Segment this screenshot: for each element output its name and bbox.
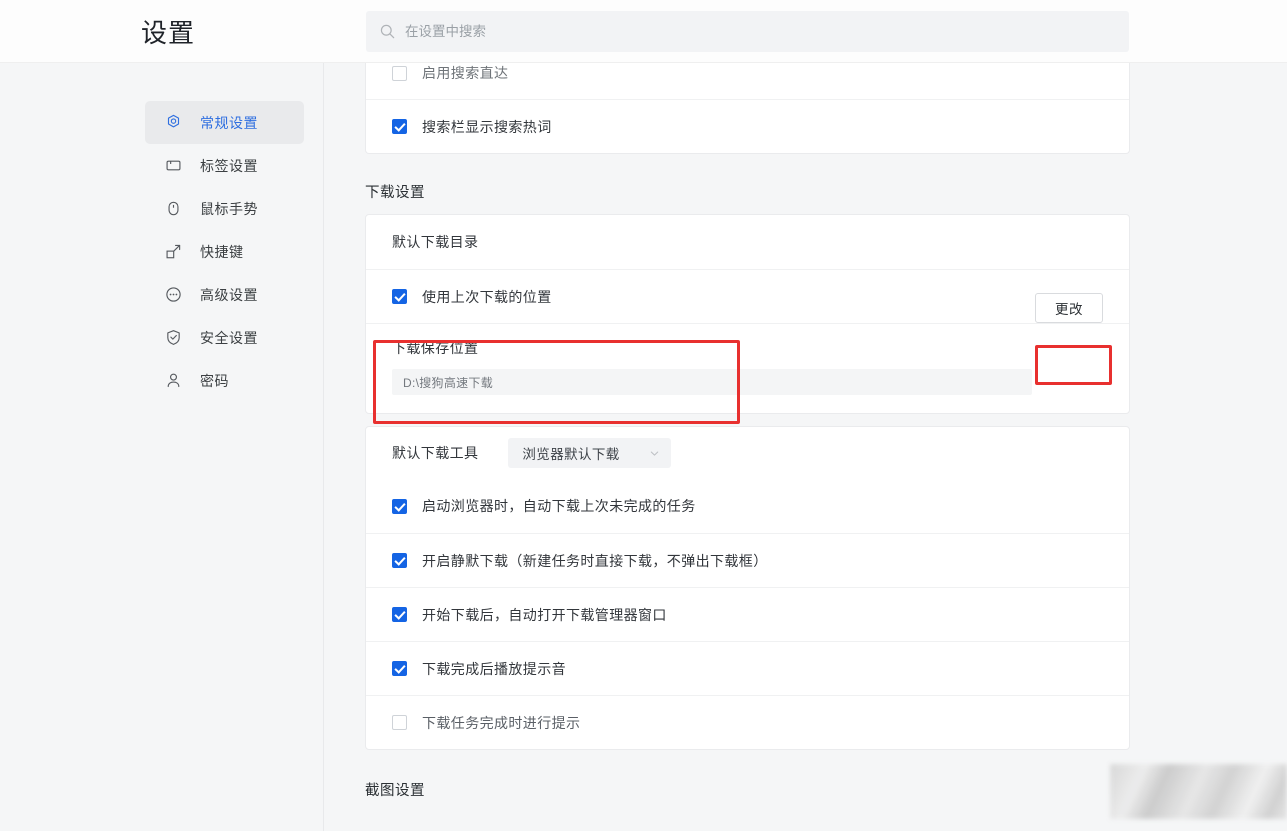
tab-icon — [166, 160, 181, 171]
checkbox-row-search-direct[interactable]: 启用搜索直达 — [366, 63, 1129, 99]
sidebar-item-label: 标签设置 — [200, 157, 258, 174]
sidebar-item-general[interactable]: 常规设置 — [145, 101, 304, 144]
checkbox-label: 下载完成后播放提示音 — [422, 660, 566, 677]
checkbox-resume-downloads[interactable] — [392, 498, 407, 514]
checkbox-row-open-manager[interactable]: 开始下载后，自动打开下载管理器窗口 — [366, 587, 1129, 641]
download-path-title: 下载保存位置 — [392, 340, 479, 356]
blurred-watermark-overlay — [1110, 764, 1287, 819]
sidebar-nav-list: 常规设置 标签设置 鼠标手势 快捷键 高级设置 安全设置 密码 — [145, 101, 304, 402]
page-title: 设置 — [141, 18, 196, 48]
shield-check-icon — [167, 330, 180, 345]
sidebar: 常规设置 标签设置 鼠标手势 快捷键 高级设置 安全设置 密码 — [0, 63, 324, 831]
ellipsis-circle-icon — [166, 287, 181, 302]
sidebar-item-label: 高级设置 — [200, 286, 258, 303]
default-download-tool-label: 默认下载工具 — [392, 445, 479, 461]
checkbox-open-download-manager[interactable] — [392, 607, 407, 622]
sidebar-item-label: 密码 — [200, 372, 229, 389]
checkbox-row-search-hotwords[interactable]: 搜索栏显示搜索热词 — [366, 99, 1129, 153]
default-download-tool-row: 默认下载工具 浏览器默认下载 — [366, 427, 1129, 479]
sidebar-item-advanced[interactable]: 高级设置 — [145, 273, 304, 316]
checkbox-label: 启用搜索直达 — [422, 65, 509, 81]
settings-window: 设置 常规设置 标签设置 — [0, 0, 1287, 831]
change-download-path-button[interactable]: 更改 — [1035, 293, 1103, 323]
download-directory-card: 默认下载目录 使用上次下载的位置 下载保存位置 D:\搜狗高速下载 更改 — [365, 214, 1130, 414]
checkbox-label: 搜索栏显示搜索热词 — [422, 118, 552, 135]
checkbox-label: 使用上次下载的位置 — [422, 288, 552, 305]
checkbox-row-silent-download[interactable]: 开启静默下载（新建任务时直接下载，不弹出下载框） — [366, 533, 1129, 587]
gear-icon — [167, 114, 180, 128]
default-download-tool-value: 浏览器默认下载 — [522, 447, 620, 462]
settings-content-scroll-area[interactable]: 启用搜索直达 搜索栏显示搜索热词 下载设置 默认下载目录 使用上次下载的位置 下… — [324, 63, 1287, 831]
search-settings-card: 启用搜索直达 搜索栏显示搜索热词 — [365, 63, 1130, 154]
search-box[interactable] — [366, 11, 1129, 52]
shortcut-arrow-icon — [166, 244, 181, 259]
download-path-field[interactable]: D:\搜狗高速下载 — [392, 369, 1032, 395]
checkbox-label: 开始下载后，自动打开下载管理器窗口 — [422, 606, 667, 623]
checkbox-row-play-sound[interactable]: 下载完成后播放提示音 — [366, 641, 1129, 695]
checkbox-search-hotwords[interactable] — [392, 119, 407, 134]
sidebar-item-label: 常规设置 — [200, 114, 258, 131]
sidebar-item-label: 安全设置 — [200, 329, 258, 346]
app-header: 设置 — [0, 0, 1287, 63]
checkbox-label: 开启静默下载（新建任务时直接下载，不弹出下载框） — [422, 552, 768, 569]
checkbox-notify-complete[interactable] — [392, 715, 407, 730]
checkbox-search-direct[interactable] — [392, 65, 407, 81]
sidebar-item-shortcuts[interactable]: 快捷键 — [145, 230, 304, 273]
checkbox-row-resume-downloads[interactable]: 启动浏览器时，自动下载上次未完成的任务 — [366, 479, 1129, 533]
section-title-download: 下载设置 — [365, 185, 425, 201]
person-icon — [167, 373, 180, 388]
checkbox-use-last-location[interactable] — [392, 289, 407, 304]
download-directory-heading-row: 默认下载目录 — [366, 215, 1129, 269]
checkbox-row-notify-complete[interactable]: 下载任务完成时进行提示 — [366, 695, 1129, 749]
sidebar-item-label: 鼠标手势 — [200, 200, 258, 217]
download-directory-heading: 默认下载目录 — [392, 234, 479, 250]
search-input[interactable] — [405, 11, 1129, 52]
sidebar-item-security[interactable]: 安全设置 — [145, 316, 304, 359]
download-tool-card: 默认下载工具 浏览器默认下载 启动浏览器时，自动下载上次未完成的任务 开启静默下… — [365, 426, 1130, 750]
settings-content: 启用搜索直达 搜索栏显示搜索热词 下载设置 默认下载目录 使用上次下载的位置 下… — [324, 63, 1287, 800]
checkbox-label: 下载任务完成时进行提示 — [422, 714, 581, 731]
chevron-down-icon — [651, 450, 659, 456]
sidebar-item-password[interactable]: 密码 — [145, 359, 304, 402]
sidebar-item-tabs[interactable]: 标签设置 — [145, 144, 304, 187]
checkbox-label: 启动浏览器时，自动下载上次未完成的任务 — [422, 498, 696, 514]
search-icon — [380, 24, 395, 39]
download-path-row: 下载保存位置 D:\搜狗高速下载 — [366, 323, 1129, 413]
checkbox-silent-download[interactable] — [392, 553, 407, 568]
checkbox-play-sound[interactable] — [392, 661, 407, 676]
default-download-tool-select[interactable]: 浏览器默认下载 — [508, 438, 672, 468]
mouse-icon — [168, 201, 179, 216]
checkbox-row-use-last-location[interactable]: 使用上次下载的位置 — [366, 269, 1129, 323]
sidebar-item-label: 快捷键 — [200, 243, 244, 260]
sidebar-item-mouse-gestures[interactable]: 鼠标手势 — [145, 187, 304, 230]
